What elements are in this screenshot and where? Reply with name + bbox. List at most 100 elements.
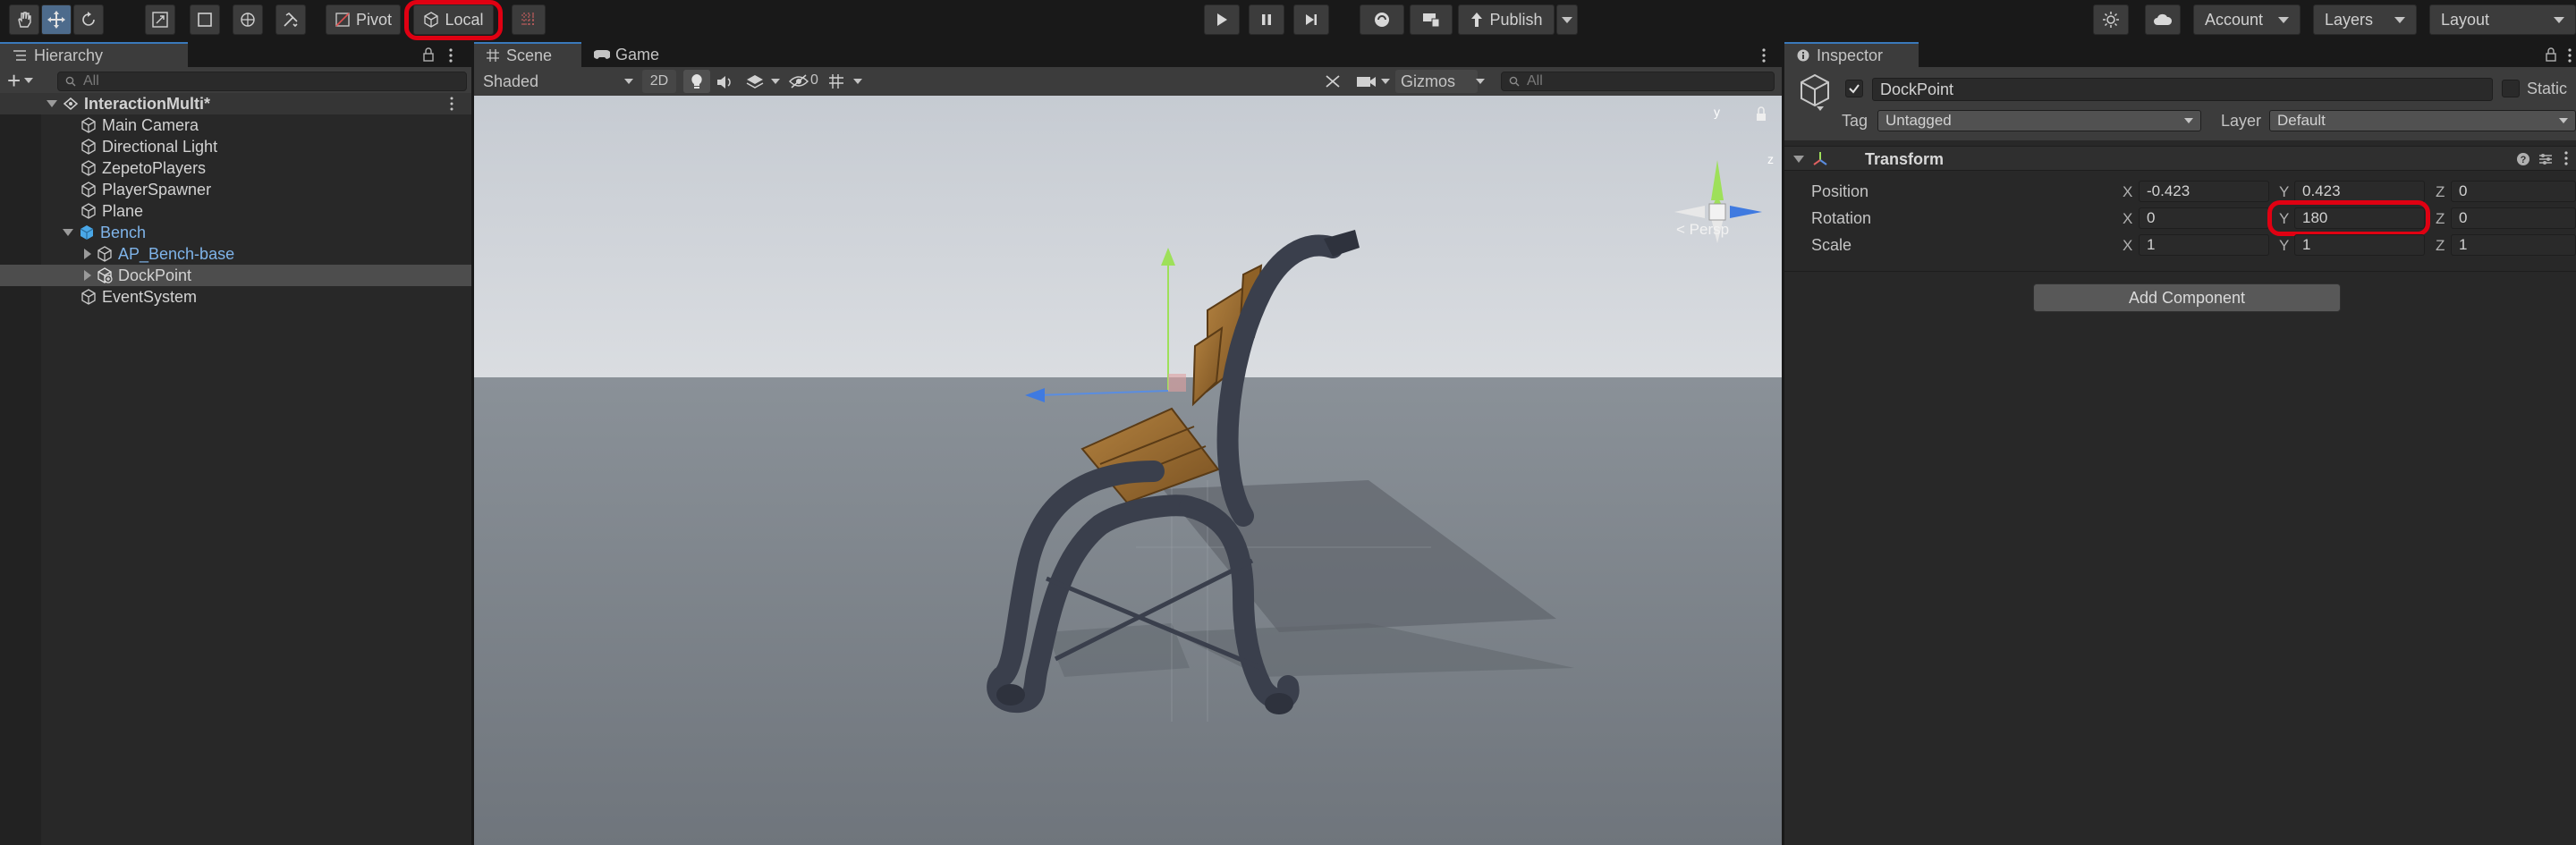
scene-tabbar: Scene Game <box>474 42 1782 67</box>
tools-cross-icon[interactable] <box>1324 73 1342 89</box>
device-button[interactable] <box>1410 4 1453 35</box>
layers-dropdown[interactable]: Layers <box>2313 4 2417 35</box>
fold-down-icon <box>63 229 73 236</box>
lock-icon[interactable] <box>2545 47 2557 62</box>
rect-tool-button[interactable] <box>190 4 220 35</box>
tree-item-player-spawner[interactable]: PlayerSpawner <box>0 179 471 200</box>
tab-inspector[interactable]: Inspector <box>1784 42 1919 67</box>
tree-item-bench[interactable]: Bench <box>0 222 471 243</box>
tab-hierarchy[interactable]: Hierarchy <box>0 42 188 67</box>
tree-item-zepeto-players[interactable]: ZepetoPlayers <box>0 157 471 179</box>
camera-icon[interactable] <box>1356 74 1377 89</box>
search-icon <box>1509 76 1520 87</box>
gameobject-cube-icon <box>81 160 96 176</box>
position-z-field[interactable]: 0 <box>2451 181 2576 202</box>
account-dropdown[interactable]: Account <box>2193 4 2301 35</box>
rotate-tool-button[interactable] <box>73 4 104 35</box>
toggle-2d-button[interactable]: 2D <box>642 70 676 93</box>
scale-x-field[interactable]: 1 <box>2139 234 2269 256</box>
axis-z-label: Z <box>2436 183 2445 200</box>
help-icon[interactable]: ? <box>2516 152 2530 166</box>
hierarchy-search-input[interactable]: All <box>57 72 467 91</box>
scale-label: Scale <box>1811 236 1852 254</box>
object-name-value: DockPoint <box>1880 80 1954 98</box>
shading-mode-dropdown[interactable]: Shaded <box>478 70 639 93</box>
lighting-settings-button[interactable] <box>2093 4 2129 35</box>
tag-dropdown[interactable]: Untagged <box>1877 110 2201 131</box>
play-button[interactable] <box>1204 4 1240 35</box>
add-component-label: Add Component <box>2128 288 2246 307</box>
kebab-menu-icon[interactable] <box>1760 47 1767 63</box>
tree-item-ap-bench-base[interactable]: AP_Bench-base <box>0 243 471 265</box>
chevron-down-icon[interactable] <box>771 79 780 84</box>
cloud-button[interactable] <box>2145 4 2181 35</box>
chevron-down-icon[interactable] <box>1476 79 1485 84</box>
transform-header[interactable]: Transform ? <box>1784 146 2576 171</box>
scale-z-field[interactable]: 1 <box>2451 234 2576 256</box>
tree-item-event-system[interactable]: EventSystem <box>0 286 471 308</box>
move-tool-button[interactable] <box>41 4 72 35</box>
gameobject-cube-icon <box>81 289 96 305</box>
svg-text:?: ? <box>2521 155 2527 165</box>
pivot-icon <box>335 13 350 27</box>
publish-button[interactable]: Publish <box>1458 4 1555 35</box>
pivot-toggle-button[interactable]: Pivot <box>326 4 401 35</box>
kebab-menu-icon[interactable] <box>449 96 454 112</box>
kebab-menu-icon[interactable] <box>2563 150 2570 166</box>
position-x-field[interactable]: -0.423 <box>2139 181 2269 202</box>
fold-down-icon[interactable] <box>1793 156 1804 163</box>
scene-search-input[interactable]: All <box>1501 72 1775 91</box>
scale-y-field[interactable]: 1 <box>2294 234 2425 256</box>
custom-tool-button[interactable] <box>275 4 306 35</box>
tab-scene[interactable]: Scene <box>474 42 581 67</box>
projection-label[interactable]: < Persp <box>1676 221 1729 239</box>
grid-visibility-icon[interactable] <box>828 73 846 89</box>
tree-item-directional-light[interactable]: Directional Light <box>0 136 471 157</box>
lock-icon[interactable] <box>422 47 435 62</box>
tree-item-dock-point[interactable]: DockPoint <box>0 265 471 286</box>
scale-tool-button[interactable] <box>145 4 175 35</box>
sync-button[interactable] <box>1360 4 1404 35</box>
create-dropdown-button[interactable]: + <box>7 69 39 92</box>
sync-icon <box>1375 13 1389 27</box>
kebab-menu-icon[interactable] <box>2566 47 2573 63</box>
scale-y-value: 1 <box>2302 236 2311 253</box>
tab-game[interactable]: Game <box>581 42 689 67</box>
audio-icon[interactable] <box>716 75 733 89</box>
tree-item-plane[interactable]: Plane <box>0 200 471 222</box>
gameobject-large-icon <box>1801 73 1829 107</box>
scene-search-placeholder: All <box>1527 73 1543 89</box>
rotation-x-field[interactable]: 0 <box>2139 207 2269 229</box>
tree-item-main-camera[interactable]: Main Camera <box>0 114 471 136</box>
effects-layers-icon[interactable] <box>746 74 764 90</box>
grid-snap-button[interactable] <box>512 4 546 35</box>
static-checkbox[interactable] <box>2502 80 2520 97</box>
hierarchy-panel: Hierarchy + All InteractionMulti* Main C… <box>0 42 471 845</box>
rotation-label: Rotation <box>1811 209 1872 227</box>
lighting-toggle[interactable] <box>683 70 710 93</box>
hand-tool-button[interactable] <box>9 4 39 35</box>
tree-item-scene[interactable]: InteractionMulti* <box>0 93 471 114</box>
chevron-down-icon[interactable] <box>1817 106 1824 111</box>
rotation-z-field[interactable]: 0 <box>2451 207 2576 229</box>
position-y-field[interactable]: 0.423 <box>2294 181 2425 202</box>
gizmos-button[interactable]: Gizmos <box>1395 70 1478 93</box>
scene-viewport[interactable]: y z < Persp <box>474 96 1782 845</box>
step-button[interactable] <box>1293 4 1329 35</box>
tree-item-label: ZepetoPlayers <box>102 158 207 177</box>
hierarchy-tab-label: Hierarchy <box>34 46 104 64</box>
publish-dropdown-button[interactable] <box>1556 4 1578 35</box>
add-component-button[interactable]: Add Component <box>2033 283 2341 312</box>
pause-button[interactable] <box>1249 4 1284 35</box>
object-header: DockPoint Static Tag Untagged Layer Defa… <box>1784 67 2576 140</box>
hidden-eye-icon[interactable] <box>789 74 809 89</box>
object-name-input[interactable]: DockPoint <box>1872 78 2493 101</box>
chevron-down-icon[interactable] <box>853 79 862 84</box>
layout-dropdown[interactable]: Layout <box>2429 4 2576 35</box>
active-checkbox[interactable] <box>1845 80 1863 97</box>
chevron-down-icon[interactable] <box>1381 79 1390 84</box>
kebab-menu-icon[interactable] <box>447 47 454 63</box>
layer-dropdown[interactable]: Default <box>2269 110 2576 131</box>
transform-tool-button[interactable] <box>233 4 263 35</box>
preset-icon[interactable] <box>2538 152 2554 166</box>
